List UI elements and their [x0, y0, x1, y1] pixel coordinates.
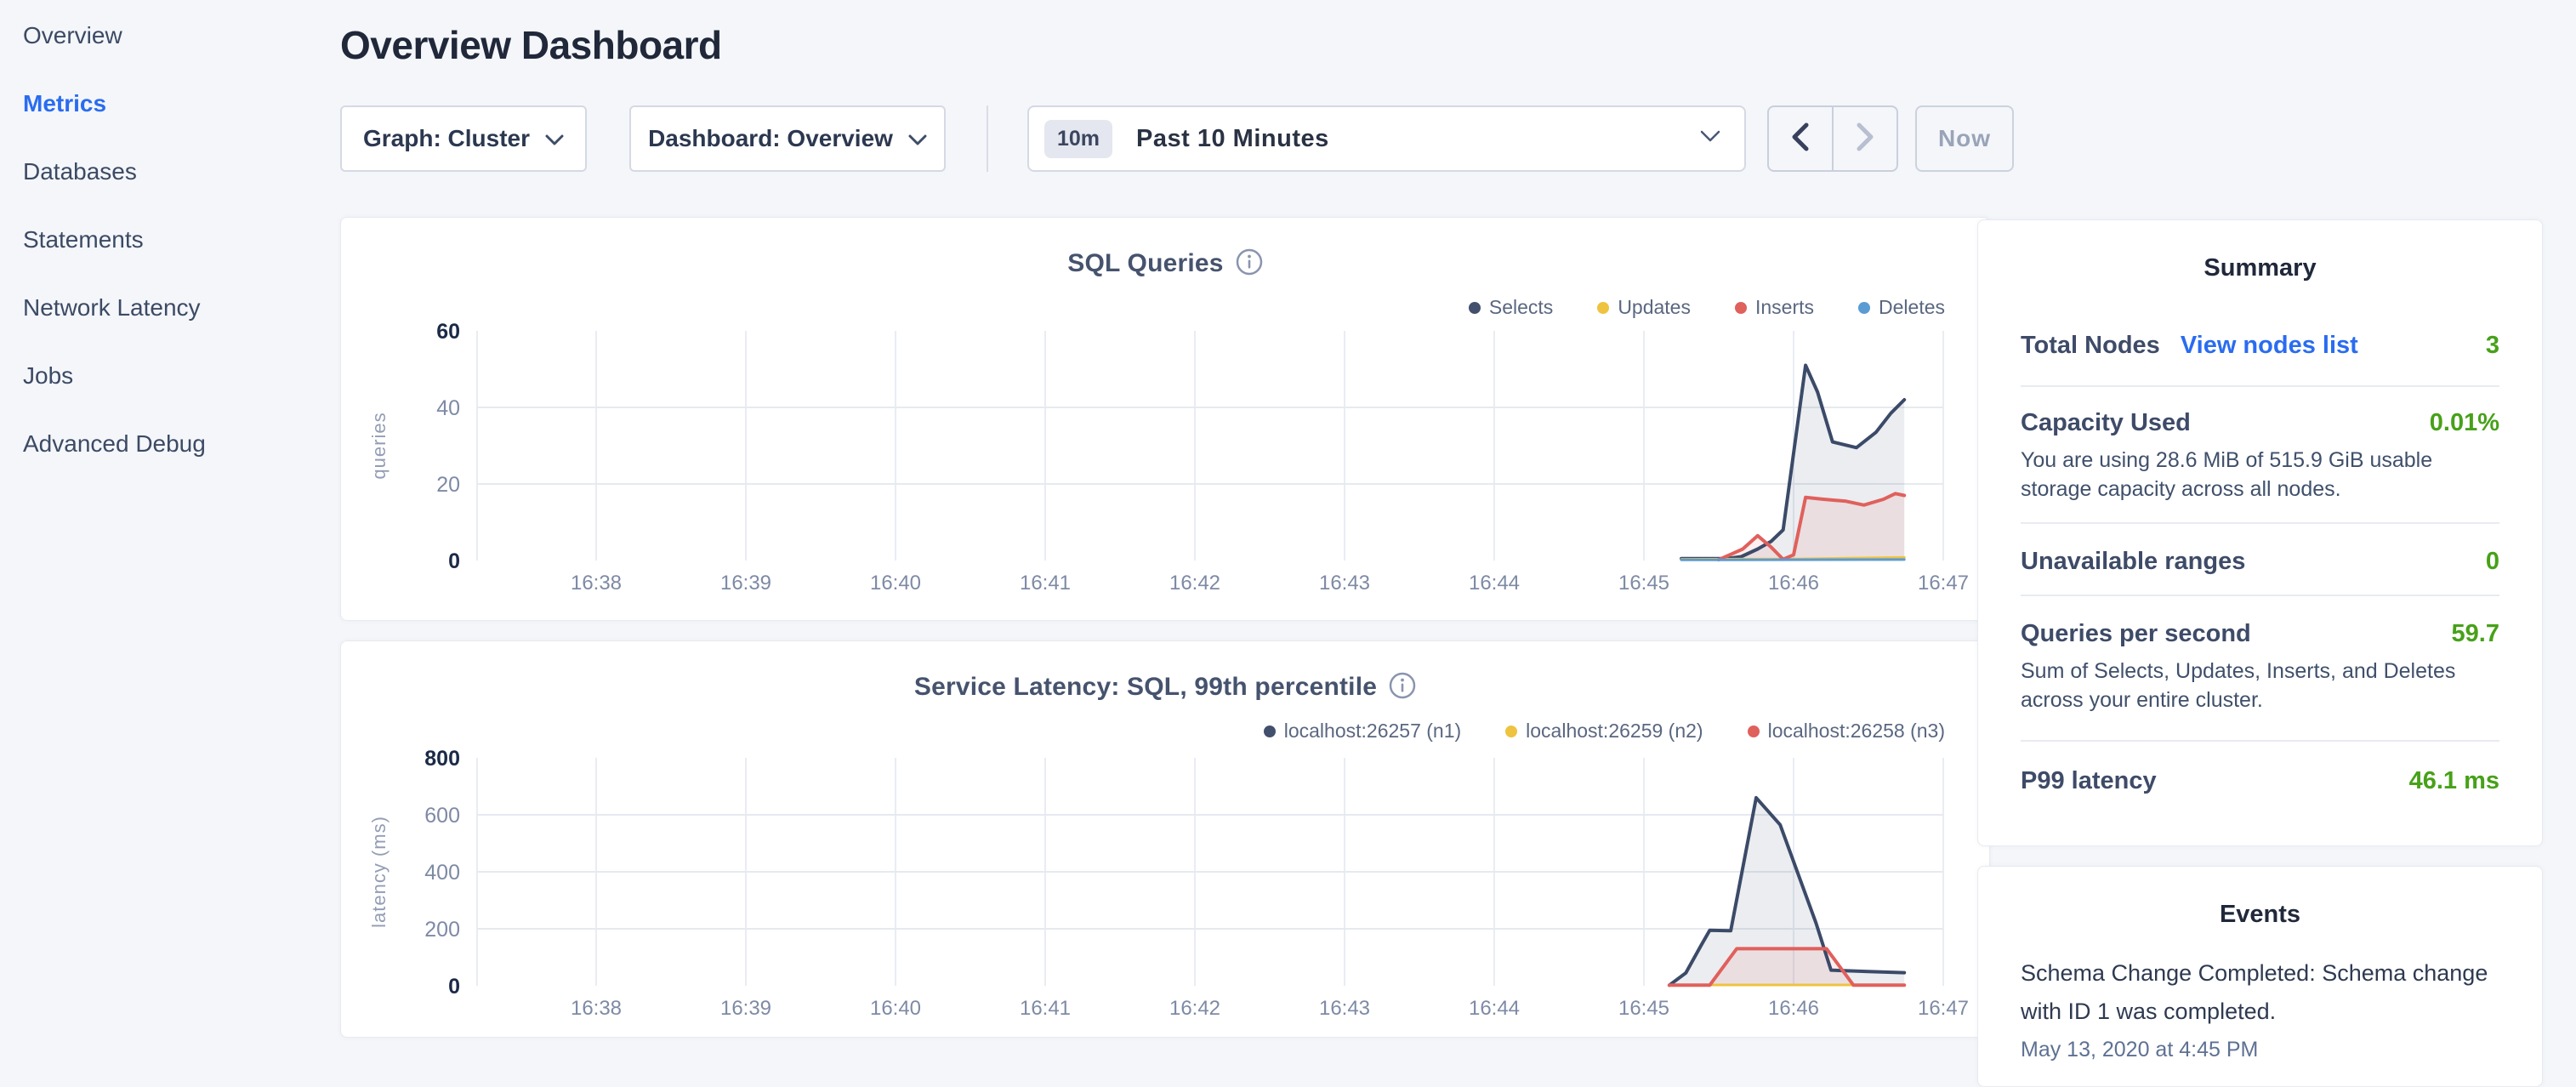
events-panel: Events Schema Change Completed: Schema c…: [1977, 866, 2543, 1087]
capacity-used-label: Capacity Used: [2021, 409, 2191, 437]
chevron-right-icon: [1856, 122, 1874, 156]
svg-text:16:40: 16:40: [870, 572, 921, 595]
summary-row-qps: Queries per second 59.7: [2021, 620, 2499, 648]
graph-scope-label: Graph: Cluster: [363, 125, 530, 152]
page-title: Overview Dashboard: [340, 22, 722, 68]
chevron-down-icon: [908, 125, 927, 152]
sidebar-item-metrics[interactable]: Metrics: [0, 70, 338, 138]
now-button-label: Now: [1938, 125, 1991, 152]
svg-text:latency (ms): latency (ms): [368, 816, 390, 928]
sidebar-item-jobs[interactable]: Jobs: [0, 342, 338, 410]
svg-text:400: 400: [424, 861, 460, 885]
sidebar-item-overview[interactable]: Overview: [0, 2, 338, 70]
svg-text:16:41: 16:41: [1020, 997, 1071, 1020]
svg-text:16:40: 16:40: [870, 997, 921, 1020]
summary-divider: [2021, 522, 2499, 524]
svg-text:0: 0: [448, 549, 460, 573]
svg-text:16:42: 16:42: [1169, 572, 1220, 595]
sql-queries-chart-card: SQL Queries SelectsUpdatesInsertsDeletes…: [340, 217, 1990, 621]
controls-divider: [987, 105, 988, 172]
p99-latency-label: P99 latency: [2021, 767, 2157, 795]
service-latency-chart-card: Service Latency: SQL, 99th percentile lo…: [340, 640, 1990, 1038]
sidebar-item-advanced-debug[interactable]: Advanced Debug: [0, 410, 338, 478]
sql-queries-plot[interactable]: 16:38 16:39 16:40 16:41 16:42 16:43 16:44 16:45…: [341, 218, 1991, 622]
svg-text:queries: queries: [368, 412, 390, 479]
svg-text:16:43: 16:43: [1319, 997, 1370, 1020]
svg-text:16:45: 16:45: [1618, 572, 1669, 595]
svg-text:16:38: 16:38: [571, 997, 622, 1020]
time-range-dropdown[interactable]: 10m Past 10 Minutes: [1027, 105, 1746, 172]
svg-text:16:38: 16:38: [571, 572, 622, 595]
svg-text:16:39: 16:39: [720, 572, 771, 595]
summary-panel: Summary Total Nodes View nodes list 3 Ca…: [1977, 219, 2543, 846]
time-range-badge: 10m: [1044, 120, 1112, 158]
svg-text:16:47: 16:47: [1918, 572, 1969, 595]
previous-timespan-button[interactable]: [1769, 107, 1832, 170]
sidebar-item-network-latency[interactable]: Network Latency: [0, 274, 338, 342]
dashboard-label: Dashboard: Overview: [648, 125, 893, 152]
svg-text:16:43: 16:43: [1319, 572, 1370, 595]
total-nodes-label: Total Nodes: [2021, 332, 2160, 360]
summary-divider: [2021, 595, 2499, 596]
svg-text:20: 20: [436, 473, 460, 497]
total-nodes-value: 3: [2486, 332, 2499, 360]
now-button[interactable]: Now: [1915, 105, 2014, 172]
summary-row-capacity: Capacity Used 0.01%: [2021, 409, 2499, 437]
svg-text:16:42: 16:42: [1169, 997, 1220, 1020]
unavailable-ranges-label: Unavailable ranges: [2021, 548, 2245, 576]
time-range-label: Past 10 Minutes: [1136, 125, 1329, 153]
view-nodes-list-link[interactable]: View nodes list: [2181, 332, 2358, 360]
svg-text:16:44: 16:44: [1469, 997, 1520, 1020]
summary-row-unavailable-ranges: Unavailable ranges 0: [2021, 548, 2499, 576]
summary-title: Summary: [2021, 254, 2499, 282]
qps-value: 59.7: [2452, 620, 2499, 648]
sidebar-item-statements[interactable]: Statements: [0, 206, 338, 274]
summary-row-total-nodes: Total Nodes View nodes list 3: [2021, 332, 2499, 360]
next-timespan-button[interactable]: [1834, 107, 1896, 170]
svg-text:16:45: 16:45: [1618, 997, 1669, 1020]
svg-text:16:41: 16:41: [1020, 572, 1071, 595]
svg-text:200: 200: [424, 918, 460, 942]
capacity-used-value: 0.01%: [2430, 409, 2499, 437]
summary-row-p99: P99 latency 46.1 ms: [2021, 767, 2499, 795]
svg-text:16:46: 16:46: [1768, 997, 1819, 1020]
unavailable-ranges-value: 0: [2486, 548, 2499, 576]
service-latency-plot[interactable]: 16:38 16:39 16:40 16:41 16:42 16:43 16:44 16:45…: [341, 641, 1991, 1039]
dashboard-dropdown[interactable]: Dashboard: Overview: [629, 105, 946, 172]
svg-text:60: 60: [436, 320, 460, 344]
svg-text:0: 0: [448, 975, 460, 999]
summary-divider: [2021, 385, 2499, 387]
capacity-used-description: You are using 28.6 MiB of 515.9 GiB usab…: [2021, 446, 2499, 504]
qps-label: Queries per second: [2021, 620, 2251, 648]
svg-text:600: 600: [424, 804, 460, 828]
chevron-down-icon: [1700, 130, 1720, 147]
event-timestamp: May 13, 2020 at 4:45 PM: [2021, 1038, 2499, 1062]
chevron-down-icon: [545, 125, 564, 152]
svg-text:16:46: 16:46: [1768, 572, 1819, 595]
graph-scope-dropdown[interactable]: Graph: Cluster: [340, 105, 587, 172]
summary-divider: [2021, 740, 2499, 742]
events-title: Events: [2021, 901, 2499, 929]
timespan-pager: [1767, 105, 1898, 172]
chevron-left-icon: [1791, 122, 1810, 156]
qps-description: Sum of Selects, Updates, Inserts, and De…: [2021, 657, 2499, 714]
svg-text:16:39: 16:39: [720, 997, 771, 1020]
p99-latency-value: 46.1 ms: [2409, 767, 2499, 795]
svg-text:16:47: 16:47: [1918, 997, 1969, 1020]
sidebar: OverviewMetricsDatabasesStatementsNetwor…: [0, 0, 338, 1053]
event-message[interactable]: Schema Change Completed: Schema change w…: [2021, 954, 2499, 1031]
svg-text:800: 800: [424, 747, 460, 771]
svg-text:16:44: 16:44: [1469, 572, 1520, 595]
sidebar-item-databases[interactable]: Databases: [0, 138, 338, 206]
svg-text:40: 40: [436, 396, 460, 420]
